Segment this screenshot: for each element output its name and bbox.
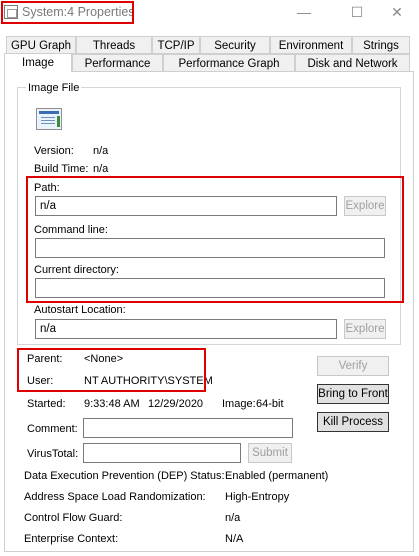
tab-threads[interactable]: Threads: [76, 36, 152, 54]
tab-tcp-ip[interactable]: TCP/IP: [152, 36, 200, 54]
started-date: 12/29/2020: [148, 398, 204, 410]
tab-strings[interactable]: Strings: [352, 36, 410, 54]
tab-performance[interactable]: Performance: [72, 54, 163, 72]
application-window-icon: [36, 108, 62, 130]
build-time-value: n/a: [93, 163, 109, 175]
version-label: Version:: [34, 145, 74, 157]
tab-gpu-graph[interactable]: GPU Graph: [6, 36, 76, 54]
window-title: System:4 Properties: [22, 5, 135, 19]
image-file-group-label: Image File: [26, 82, 82, 94]
current-directory-field[interactable]: [35, 278, 385, 298]
image-value: 64-bit: [256, 398, 284, 410]
parent-value: <None>: [84, 353, 124, 365]
verify-button[interactable]: Verify: [317, 356, 389, 376]
minimize-button[interactable]: —: [281, 0, 327, 26]
enterprise-context-value: N/A: [225, 533, 244, 545]
autostart-location-label: Autostart Location:: [34, 304, 126, 316]
submit-button[interactable]: Submit: [248, 443, 292, 463]
kill-process-button[interactable]: Kill Process: [317, 412, 389, 432]
current-directory-label: Current directory:: [34, 264, 119, 276]
started-time: 9:33:48 AM: [84, 398, 140, 410]
user-value: NT AUTHORITY\SYSTEM: [84, 375, 213, 387]
virustotal-label: VirusTotal:: [27, 448, 79, 460]
window-icon: [4, 5, 18, 19]
bring-to-front-button[interactable]: Bring to Front: [317, 384, 389, 404]
image-label: Image:: [222, 398, 256, 410]
comment-field[interactable]: [83, 418, 293, 438]
command-line-label: Command line:: [34, 224, 108, 236]
explore-path-button[interactable]: Explore: [344, 196, 386, 216]
explore-autostart-button[interactable]: Explore: [344, 319, 386, 339]
started-label: Started:: [27, 398, 66, 410]
comment-label: Comment:: [27, 423, 78, 435]
path-label: Path:: [34, 182, 60, 194]
user-label: User:: [27, 375, 54, 387]
tab-image[interactable]: Image: [4, 53, 72, 72]
build-time-label: Build Time:: [34, 163, 89, 175]
tab-disk-and-network[interactable]: Disk and Network: [295, 54, 410, 72]
enterprise-context-label: Enterprise Context:: [24, 533, 119, 545]
command-line-field[interactable]: [35, 238, 385, 258]
aslr-value: High-Entropy: [225, 491, 290, 503]
virustotal-field[interactable]: [83, 443, 241, 463]
tab-security[interactable]: Security: [200, 36, 270, 54]
cfg-label: Control Flow Guard:: [24, 512, 123, 524]
aslr-label: Address Space Load Randomization:: [24, 491, 206, 503]
cfg-value: n/a: [225, 512, 241, 524]
autostart-location-field[interactable]: n/a: [35, 319, 337, 339]
close-button[interactable]: ✕: [374, 0, 419, 26]
version-value: n/a: [93, 145, 109, 157]
dep-label: Data Execution Prevention (DEP) Status:: [24, 470, 225, 482]
tab-performance-graph[interactable]: Performance Graph: [163, 54, 295, 72]
parent-label: Parent:: [27, 353, 63, 365]
tab-environment[interactable]: Environment: [270, 36, 352, 54]
path-field[interactable]: n/a: [35, 196, 337, 216]
dep-value: Enabled (permanent): [225, 470, 329, 482]
